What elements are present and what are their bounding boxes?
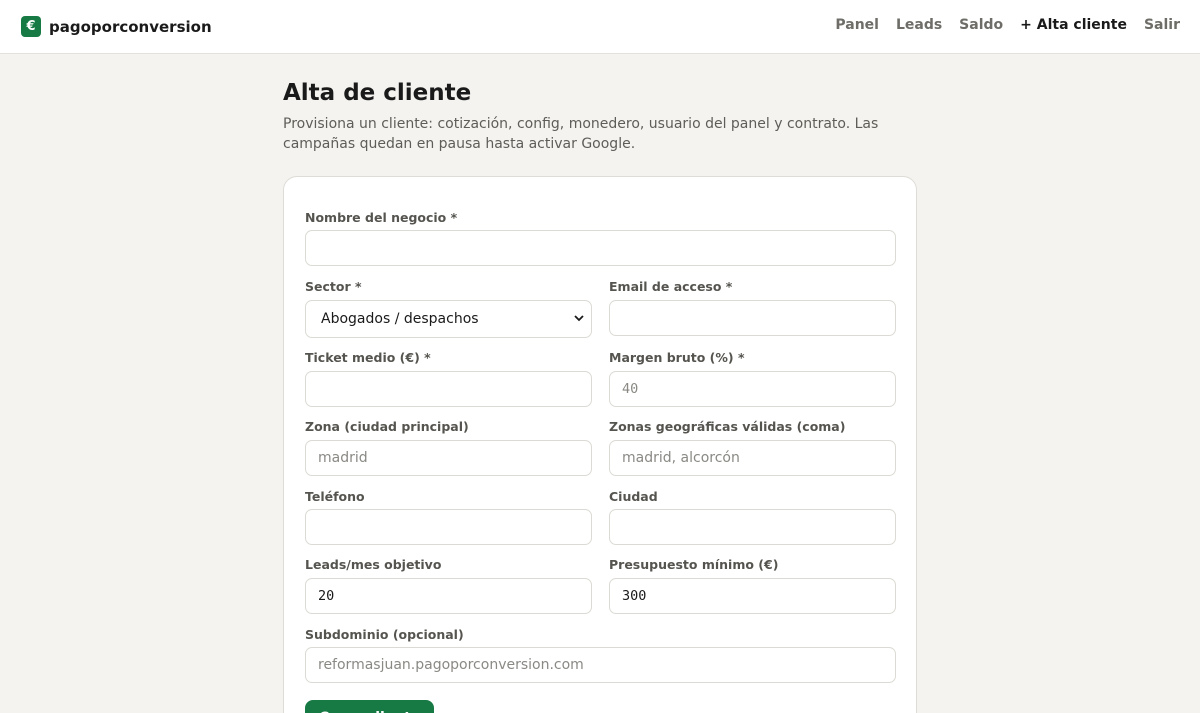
leads-target-label: Leads/mes objetivo <box>305 557 442 572</box>
nav-saldo[interactable]: Saldo <box>959 17 1003 33</box>
ticket-label: Ticket medio (€) * <box>305 350 431 365</box>
margin-placeholder: 40 <box>622 381 639 397</box>
subdomain-placeholder: reformasjuan.pagoporconversion.com <box>318 657 584 673</box>
page-subtitle: Provisiona un cliente: cotización, confi… <box>283 116 879 152</box>
sector-select[interactable]: Abogados / despachos <box>305 300 592 338</box>
create-client-button[interactable]: Crear cliente <box>305 700 435 713</box>
zone-placeholder: madrid <box>318 450 368 466</box>
email-input[interactable] <box>609 300 896 336</box>
subdomain-label: Subdominio (opcional) <box>305 627 464 642</box>
margin-input[interactable]: 40 <box>609 371 896 407</box>
main-nav: Panel Leads Saldo + Alta cliente Salir <box>818 17 1180 33</box>
nav-alta-cliente[interactable]: + Alta cliente <box>1020 17 1127 33</box>
page-title: Alta de cliente <box>283 80 472 106</box>
city-label: Ciudad <box>609 489 658 504</box>
min-budget-label: Presupuesto mínimo (€) <box>609 557 779 572</box>
city-input[interactable] <box>609 509 896 545</box>
euro-icon: € <box>21 16 41 37</box>
top-bar: € pagoporconversion Panel Leads Saldo + … <box>0 0 1200 54</box>
margin-label: Margen bruto (%) * <box>609 350 745 365</box>
geo-zones-input[interactable]: madrid, alcorcón <box>609 440 896 476</box>
ticket-input[interactable] <box>305 371 592 407</box>
min-budget-value: 300 <box>622 588 647 604</box>
phone-input[interactable] <box>305 509 592 545</box>
geo-zones-placeholder: madrid, alcorcón <box>622 450 740 466</box>
subdomain-input[interactable]: reformasjuan.pagoporconversion.com <box>305 647 896 683</box>
brand-name: pagoporconversion <box>49 17 212 36</box>
sector-selected-value: Abogados / despachos <box>321 311 479 327</box>
phone-label: Teléfono <box>305 489 365 504</box>
business-name-label: Nombre del negocio * <box>305 210 458 225</box>
nav-panel[interactable]: Panel <box>835 17 879 33</box>
brand[interactable]: € pagoporconversion <box>21 16 212 37</box>
zone-input[interactable]: madrid <box>305 440 592 476</box>
zone-label: Zona (ciudad principal) <box>305 419 469 434</box>
email-label: Email de acceso * <box>609 279 733 294</box>
sector-label: Sector * <box>305 279 362 294</box>
business-name-input[interactable] <box>305 230 896 266</box>
leads-target-value: 20 <box>318 588 335 604</box>
min-budget-input[interactable]: 300 <box>609 578 896 614</box>
geo-zones-label: Zonas geográficas válidas (coma) <box>609 419 846 434</box>
leads-target-input[interactable]: 20 <box>305 578 592 614</box>
nav-leads[interactable]: Leads <box>896 17 942 33</box>
nav-salir[interactable]: Salir <box>1144 17 1180 33</box>
chevron-down-icon <box>572 311 586 325</box>
client-form-card: Nombre del negocio * Sector * Abogados /… <box>283 176 917 713</box>
